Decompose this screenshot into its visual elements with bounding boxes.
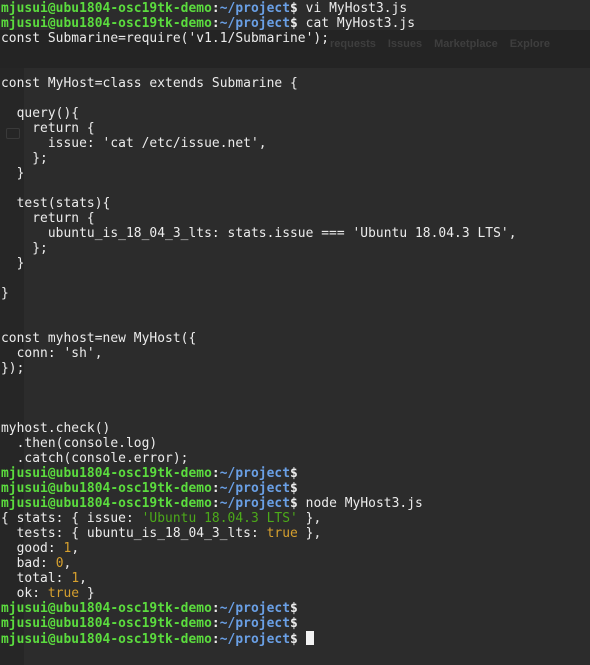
file-line: return { <box>1 121 95 136</box>
output-line: { stats: { issue: 'Ubuntu 18.04.3 LTS' }… <box>1 511 590 526</box>
prompt-user-host: mjusui@ubu1804-osc19tk-demo <box>1 616 212 631</box>
output-line: total: 1, <box>1 571 590 586</box>
terminal-line: mjusui@ubu1804-osc19tk-demo:~/project$ v… <box>1 1 590 16</box>
file-line: }; <box>1 241 48 256</box>
terminal-line: mjusui@ubu1804-osc19tk-demo:~/project$ <box>1 466 590 481</box>
terminal-line: mjusui@ubu1804-osc19tk-demo:~/project$ <box>1 616 590 631</box>
output-line: ok: true } <box>1 586 590 601</box>
file-line: return { <box>1 211 95 226</box>
output-text: bad: <box>1 556 56 571</box>
prompt-user-host: mjusui@ubu1804-osc19tk-demo <box>1 1 212 16</box>
output-line: bad: 0, <box>1 556 590 571</box>
prompt-path: ~/project <box>219 496 291 511</box>
output-boolean: true <box>266 526 298 541</box>
prompt-symbol: $ <box>290 1 298 16</box>
prompt-separator: : <box>211 466 220 481</box>
file-line <box>1 316 590 331</box>
output-text: , <box>71 541 80 556</box>
prompt-path: ~/project <box>219 466 291 481</box>
prompt-symbol: $ <box>290 616 298 631</box>
file-line: const MyHost=class extends Submarine { <box>1 76 298 91</box>
prompt-path: ~/project <box>219 481 291 496</box>
prompt-symbol: $ <box>290 496 298 511</box>
prompt-user-host: mjusui@ubu1804-osc19tk-demo <box>1 601 212 616</box>
file-line <box>1 301 590 316</box>
file-line: }; <box>1 151 48 166</box>
file-line: myhost.check() <box>1 421 111 436</box>
file-line: ubuntu_is_18_04_3_lts: stats.issue === '… <box>1 226 517 241</box>
file-line: conn: 'sh', <box>1 346 103 361</box>
output-text: { stats: { issue: <box>1 511 142 526</box>
prompt-symbol: $ <box>290 481 298 496</box>
file-line <box>1 91 590 106</box>
output-text: } <box>79 586 95 601</box>
output-boolean: true <box>47 586 80 601</box>
prompt-user-host: mjusui@ubu1804-osc19tk-demo <box>1 466 212 481</box>
command-text: vi MyHost3.js <box>297 1 408 16</box>
output-text: ok: <box>1 586 48 601</box>
prompt-user-host: mjusui@ubu1804-osc19tk-demo <box>1 496 212 511</box>
prompt-separator: : <box>211 632 220 647</box>
prompt-user-host: mjusui@ubu1804-osc19tk-demo <box>1 632 212 647</box>
file-line: }); <box>1 361 25 376</box>
file-line: } <box>1 286 9 301</box>
file-line: query(){ <box>1 106 80 121</box>
output-text: total: <box>1 571 72 586</box>
file-line <box>1 271 590 286</box>
prompt-separator: : <box>211 601 220 616</box>
output-string: 'Ubuntu 18.04.3 LTS' <box>141 511 298 526</box>
file-line: const myhost=new MyHost({ <box>1 331 197 346</box>
file-line: .catch(console.error); <box>1 451 189 466</box>
output-line: good: 1, <box>1 541 590 556</box>
prompt-symbol: $ <box>290 601 298 616</box>
output-number: 1 <box>71 571 80 586</box>
prompt-user-host: mjusui@ubu1804-osc19tk-demo <box>1 16 212 31</box>
terminal-line: mjusui@ubu1804-osc19tk-demo:~/project$ n… <box>1 496 590 511</box>
terminal-line: mjusui@ubu1804-osc19tk-demo:~/project$ <box>1 481 590 496</box>
prompt-symbol: $ <box>290 466 298 481</box>
output-number: 0 <box>55 556 64 571</box>
prompt-separator: : <box>211 616 220 631</box>
file-line <box>1 406 590 421</box>
terminal-current-line[interactable]: mjusui@ubu1804-osc19tk-demo:~/project$ <box>1 631 590 647</box>
prompt-path: ~/project <box>219 601 291 616</box>
prompt-separator: : <box>211 1 220 16</box>
prompt-symbol: $ <box>290 16 298 31</box>
prompt-separator: : <box>211 481 220 496</box>
file-line: } <box>1 166 25 181</box>
text-cursor <box>305 631 314 645</box>
file-line <box>1 376 590 391</box>
command-text: node MyHost3.js <box>297 496 423 511</box>
prompt-symbol: $ <box>290 632 298 647</box>
prompt-user-host: mjusui@ubu1804-osc19tk-demo <box>1 481 212 496</box>
prompt-path: ~/project <box>219 16 291 31</box>
file-line: issue: 'cat /etc/issue.net', <box>1 136 267 151</box>
terminal-line: mjusui@ubu1804-osc19tk-demo:~/project$ <box>1 601 590 616</box>
prompt-separator: : <box>211 496 220 511</box>
file-line: test(stats){ <box>1 196 111 211</box>
file-line <box>1 46 590 61</box>
file-line <box>1 61 590 76</box>
output-text: , <box>63 556 72 571</box>
file-line: const Submarine=require('v1.1/Submarine'… <box>1 31 330 46</box>
prompt-separator: : <box>211 16 220 31</box>
output-text: good: <box>1 541 64 556</box>
prompt-path: ~/project <box>219 616 291 631</box>
output-text: , <box>79 571 87 586</box>
output-text: }, <box>297 511 322 526</box>
terminal-window[interactable]: mjusui@ubu1804-osc19tk-demo:~/project$ v… <box>0 0 590 665</box>
prompt-path: ~/project <box>219 632 291 647</box>
output-text: tests: { ubuntu_is_18_04_3_lts: <box>1 526 267 541</box>
command-text: cat MyHost3.js <box>297 16 416 31</box>
prompt-path: ~/project <box>219 1 291 16</box>
terminal-line: mjusui@ubu1804-osc19tk-demo:~/project$ c… <box>1 16 590 31</box>
file-line <box>1 181 590 196</box>
file-line <box>1 391 590 406</box>
file-line: .then(console.log) <box>1 436 158 451</box>
file-line: } <box>1 256 25 271</box>
output-line: tests: { ubuntu_is_18_04_3_lts: true }, <box>1 526 590 541</box>
output-text: }, <box>297 526 322 541</box>
